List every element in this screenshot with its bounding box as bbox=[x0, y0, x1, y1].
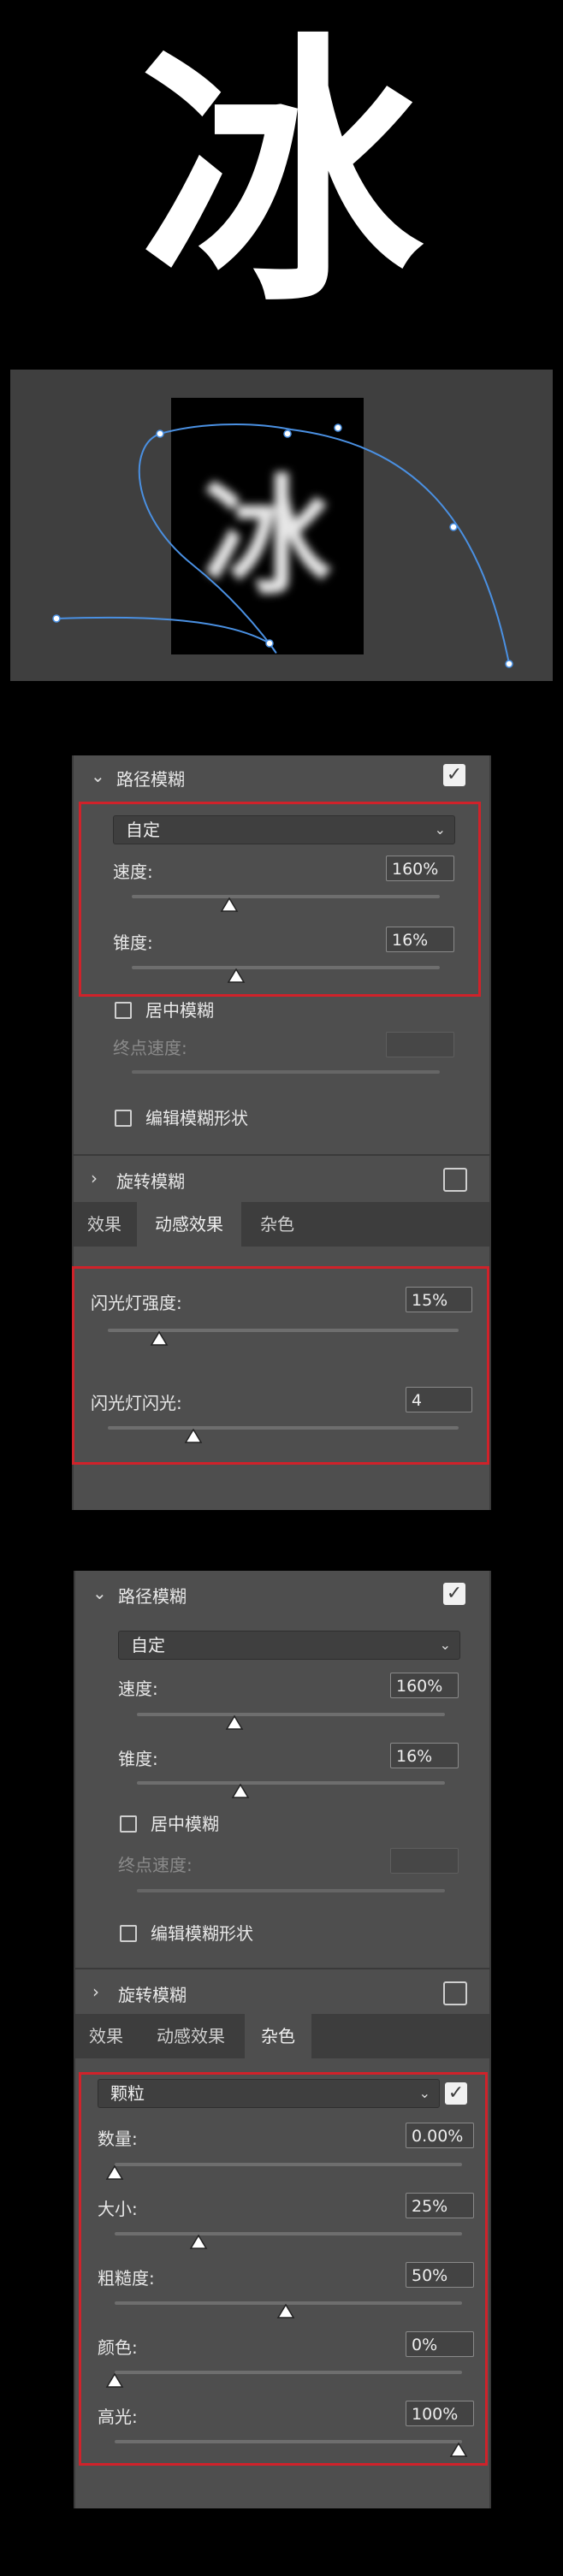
highlight-box bbox=[79, 2072, 488, 2466]
effects-tabstrip: 效果 动感效果 杂色 bbox=[74, 1202, 489, 1247]
spin-blur-checkbox[interactable] bbox=[443, 1981, 467, 2005]
speed-slider[interactable] bbox=[137, 1713, 445, 1716]
path-blur-header[interactable]: ⌄ 路径模糊 ✓ bbox=[75, 1571, 489, 1619]
end-speed-slider bbox=[132, 1070, 440, 1074]
chevron-right-icon[interactable]: › bbox=[92, 1981, 99, 2002]
checkmark-icon: ✓ bbox=[446, 1583, 463, 1604]
tab-effects[interactable]: 效果 bbox=[75, 2014, 137, 2058]
end-speed-field bbox=[390, 1848, 459, 1874]
tab-motion-effects[interactable]: 动感效果 bbox=[139, 2014, 243, 2058]
path-point[interactable] bbox=[334, 423, 342, 432]
path-blur-checkbox[interactable]: ✓ bbox=[443, 764, 465, 786]
end-speed-field bbox=[386, 1032, 454, 1057]
path-point[interactable] bbox=[156, 429, 164, 438]
end-speed-label: 终点速度: bbox=[118, 1855, 193, 1875]
path-blur-title: 路径模糊 bbox=[118, 1586, 187, 1607]
tab-noise[interactable]: 杂色 bbox=[245, 2014, 311, 2058]
tab-noise[interactable]: 杂色 bbox=[243, 1202, 311, 1247]
path-blur-header[interactable]: ⌄ 路径模糊 ✓ bbox=[74, 755, 489, 798]
end-speed-label: 终点速度: bbox=[113, 1038, 187, 1058]
divider bbox=[74, 1154, 489, 1156]
edit-shape-label: 编辑模糊形状 bbox=[145, 1108, 248, 1128]
highlight-box bbox=[72, 1266, 489, 1465]
spin-blur-header[interactable]: › 旋转模糊 bbox=[75, 1971, 489, 2014]
checkmark-icon: ✓ bbox=[446, 764, 463, 785]
blur-gallery-panel-1: ⌄ 路径模糊 ✓ 自定 ⌄ 速度: 160% 锥度: 16% 居中模糊 终点速度… bbox=[72, 755, 491, 1510]
path-blur-checkbox[interactable]: ✓ bbox=[443, 1583, 465, 1605]
spin-blur-checkbox[interactable] bbox=[443, 1168, 467, 1192]
edit-shape-label: 编辑模糊形状 bbox=[151, 1923, 253, 1944]
path-blur-title: 路径模糊 bbox=[116, 769, 185, 790]
taper-field[interactable]: 16% bbox=[390, 1743, 459, 1768]
divider bbox=[75, 1968, 489, 1969]
preset-dropdown[interactable]: 自定 ⌄ bbox=[118, 1631, 460, 1660]
effects-tabstrip: 效果 动感效果 杂色 bbox=[75, 2014, 489, 2058]
path-point[interactable] bbox=[449, 523, 458, 531]
chevron-down-icon: ⌄ bbox=[439, 1637, 451, 1653]
spin-blur-title: 旋转模糊 bbox=[116, 1171, 185, 1192]
taper-slider[interactable] bbox=[137, 1781, 445, 1785]
center-blur-checkbox[interactable] bbox=[120, 1815, 137, 1833]
taper-label: 锥度: bbox=[118, 1749, 158, 1769]
path-point[interactable] bbox=[505, 660, 513, 668]
chevron-down-icon[interactable]: ⌄ bbox=[91, 766, 105, 786]
path-point[interactable] bbox=[283, 429, 292, 438]
spin-blur-title: 旋转模糊 bbox=[118, 1985, 187, 2005]
speed-label: 速度: bbox=[118, 1679, 158, 1699]
center-blur-label: 居中模糊 bbox=[151, 1814, 219, 1834]
blur-path[interactable] bbox=[0, 0, 563, 684]
end-speed-slider bbox=[137, 1889, 445, 1892]
blur-gallery-panel-2: ⌄ 路径模糊 ✓ 自定 ⌄ 速度: 160% 锥度: 16% 居中模糊 终点速度… bbox=[74, 1571, 491, 2508]
preset-value: 自定 bbox=[131, 1635, 165, 1655]
center-blur-label: 居中模糊 bbox=[145, 1000, 214, 1021]
path-point[interactable] bbox=[265, 639, 274, 648]
path-point[interactable] bbox=[52, 614, 61, 623]
tab-effects[interactable]: 效果 bbox=[74, 1202, 135, 1247]
spin-blur-header[interactable]: › 旋转模糊 bbox=[74, 1158, 489, 1200]
center-blur-checkbox[interactable] bbox=[115, 1002, 132, 1019]
edit-shape-checkbox[interactable] bbox=[115, 1110, 132, 1127]
chevron-right-icon[interactable]: › bbox=[91, 1168, 98, 1188]
tab-motion-effects[interactable]: 动感效果 bbox=[137, 1202, 241, 1247]
edit-shape-checkbox[interactable] bbox=[120, 1925, 137, 1942]
speed-field[interactable]: 160% bbox=[390, 1673, 459, 1698]
highlight-box bbox=[79, 802, 481, 997]
chevron-down-icon[interactable]: ⌄ bbox=[92, 1583, 107, 1603]
